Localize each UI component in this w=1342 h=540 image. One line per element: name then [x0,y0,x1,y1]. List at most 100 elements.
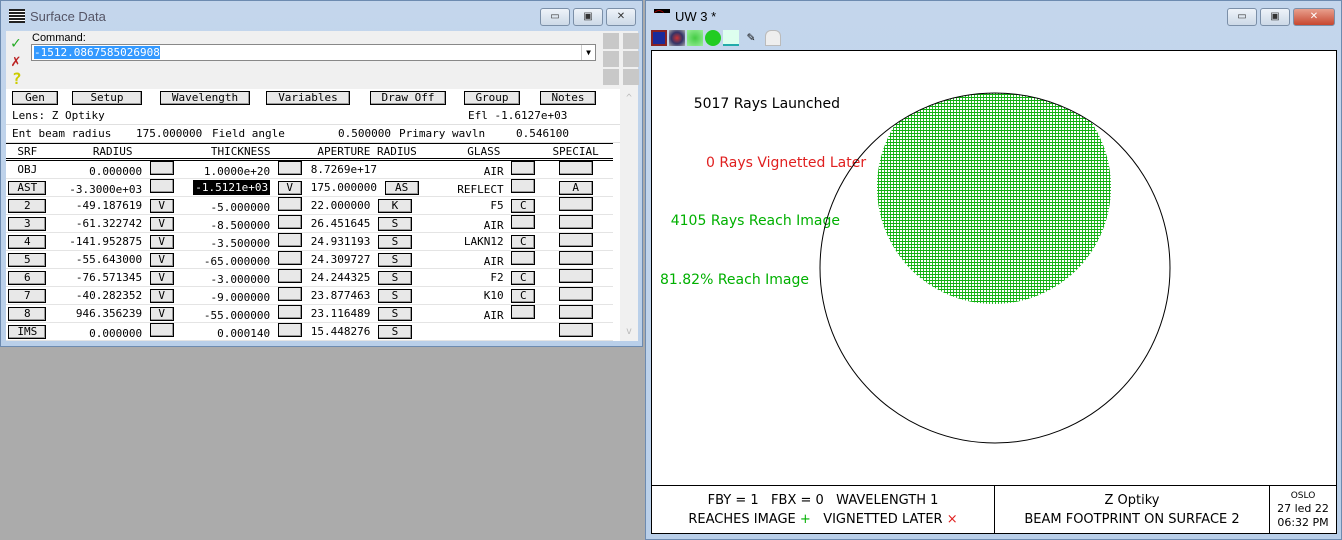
flag-button[interactable]: S [377,252,412,267]
close-button[interactable]: ✕ [606,8,636,26]
flag-button[interactable]: V [149,270,174,285]
radius-value[interactable]: -55.643000 [76,253,142,266]
maximize-button[interactable]: ▣ [1260,8,1290,26]
wavln-value[interactable]: 0.546100 [516,125,569,143]
surface-number-button[interactable]: 4 [8,234,47,249]
field-value[interactable]: 0.500000 [338,125,391,143]
glass-value[interactable]: AIR [484,165,504,178]
flag-button[interactable]: C [511,234,536,249]
flag-button[interactable]: C [511,270,536,285]
surface-number-button[interactable]: 7 [8,288,47,303]
special-button[interactable] [558,323,593,337]
radius-value[interactable]: -40.282352 [76,289,142,302]
flag-button[interactable]: C [511,198,536,213]
button-setup[interactable]: Setup [72,91,142,105]
flag-button[interactable] [511,305,536,319]
aperture-value[interactable]: 26.451645 [311,217,371,230]
radius-value[interactable]: -61.322742 [76,217,142,230]
aperture-value[interactable]: 175.000000 [311,181,377,194]
surface-number-button[interactable]: 5 [8,252,47,267]
aperture-value[interactable]: 24.309727 [311,253,371,266]
flag-button[interactable]: V [149,252,174,267]
radius-value[interactable]: 0.000000 [89,327,142,340]
button-variables[interactable]: Variables [266,91,350,105]
thickness-value[interactable]: -3.500000 [211,237,271,250]
radius-value[interactable]: -49.187619 [76,199,142,212]
flag-button[interactable]: S [377,288,412,303]
tool-icon[interactable] [623,33,639,49]
surface-number-button[interactable]: 6 [8,270,47,285]
special-button[interactable] [558,305,593,319]
glass-value[interactable]: F5 [490,199,503,212]
thickness-value[interactable]: 0.000140 [217,327,270,340]
glass-value[interactable]: K10 [484,289,504,302]
flag-button[interactable] [511,161,536,175]
scrollbar[interactable]: ^ v [620,89,638,341]
button-group[interactable]: Group [464,91,520,105]
pen-icon[interactable]: ✎ [747,30,763,46]
close-button[interactable]: ✕ [1293,8,1335,26]
paste-icon[interactable] [623,69,639,85]
surface-number-button[interactable]: 8 [8,306,47,321]
surface-number-button[interactable]: 3 [8,216,47,231]
flag-button[interactable] [277,197,302,211]
flag-button[interactable]: K [377,198,412,213]
glass-value[interactable]: F2 [490,271,503,284]
flag-button[interactable] [277,323,302,337]
aperture-value[interactable]: 22.000000 [311,199,371,212]
flag-button[interactable] [511,179,536,193]
flag-button[interactable] [277,233,302,247]
special-button[interactable] [558,215,593,229]
surface-number-button[interactable]: AST [8,180,47,195]
spot-diagram-icon[interactable] [651,30,667,46]
aperture-value[interactable]: 15.448276 [311,325,371,338]
flag-button[interactable]: S [377,234,412,249]
maximize-button[interactable]: ▣ [573,8,603,26]
button-draw-off[interactable]: Draw Off [370,91,446,105]
thickness-value[interactable]: -65.000000 [204,255,270,268]
flag-button[interactable] [277,251,302,265]
surface-number-button[interactable]: IMS [8,324,47,339]
copy-icon[interactable] [623,51,639,67]
flag-button[interactable]: AS [384,180,419,195]
flag-button[interactable]: S [377,324,412,339]
flag-button[interactable] [511,215,536,229]
flag-button[interactable]: C [511,288,536,303]
flag-button[interactable]: V [149,216,174,231]
cancel-icon[interactable]: ✗ [11,51,21,70]
thickness-value[interactable]: -1.5121e+03 [193,179,271,195]
glass-value[interactable]: AIR [484,309,504,322]
thickness-value[interactable]: -55.000000 [204,309,270,322]
curve-icon[interactable] [723,30,739,46]
surface-number-button[interactable]: 2 [8,198,47,213]
flag-button[interactable] [511,251,536,265]
flag-button[interactable] [277,287,302,301]
glass-value[interactable]: AIR [484,219,504,232]
special-button[interactable] [558,251,593,265]
ghost-icon[interactable] [765,30,781,46]
aperture-value[interactable]: 24.244325 [311,271,371,284]
special-button[interactable] [558,269,593,283]
button-gen[interactable]: Gen [12,91,58,105]
flag-button[interactable] [149,323,174,337]
flag-button[interactable]: V [149,306,174,321]
flag-button[interactable] [149,161,174,175]
command-input[interactable]: -1512.0867585026908 ▼ [31,44,596,61]
special-button[interactable]: A [558,180,593,195]
tool-icon[interactable] [603,51,619,67]
flag-button[interactable] [277,269,302,283]
special-button[interactable] [558,197,593,211]
flag-button[interactable] [277,305,302,319]
thickness-value[interactable]: -9.000000 [211,291,271,304]
glass-value[interactable]: REFLECT [457,183,503,196]
special-button[interactable] [558,233,593,247]
thickness-value[interactable]: -8.500000 [211,219,271,232]
radius-value[interactable]: -76.571345 [76,271,142,284]
chevron-down-icon[interactable]: ▼ [581,45,595,60]
flag-button[interactable]: V [149,198,174,213]
thickness-value[interactable]: 1.0000e+20 [204,165,270,178]
radius-value[interactable]: 946.356239 [76,307,142,320]
thickness-value[interactable]: -3.000000 [211,273,271,286]
flag-button[interactable]: V [149,234,174,249]
radius-value[interactable]: -141.952875 [69,235,142,248]
